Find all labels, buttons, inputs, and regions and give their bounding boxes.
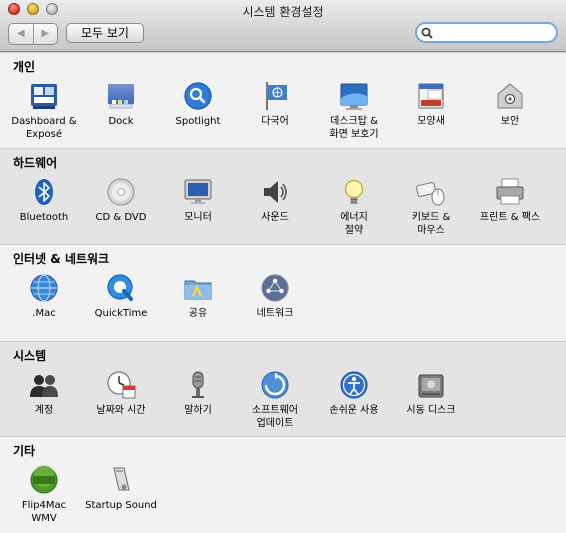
back-forward-control: ◀ ▶ (8, 23, 58, 45)
pref-pane-date-time[interactable]: 날짜와 시간 (79, 369, 163, 417)
pref-pane-label: 소프트웨어 업데이트 (252, 405, 298, 429)
section-1: 하드웨어 Bluetooth CD & DVD 모니터 사운드 에너지 절약 키보드 & 마… (0, 148, 566, 244)
dashboard-expose-icon (31, 84, 57, 109)
pref-pane-software-update[interactable]: 소프트웨어 업데이트 (233, 369, 317, 430)
pref-pane-label: Dock (108, 116, 134, 127)
pref-pane-network[interactable]: 네트워크 (233, 272, 317, 320)
pref-pane-label: 사운드 (261, 212, 289, 223)
pref-pane-desktop-screensaver[interactable]: 데스크탑 & 화면 보호기 (312, 80, 396, 141)
sound-icon (264, 181, 287, 203)
show-all-button[interactable]: 모두 보기 (66, 23, 144, 43)
pref-pane-flip4mac[interactable]: Flip4Mac WMV (2, 464, 86, 525)
pref-pane-label: 계정 (34, 405, 54, 416)
section-title: 시스템 (13, 349, 47, 363)
pref-pane-print-fax[interactable]: 프린트 & 팩스 (468, 176, 552, 224)
section-title: 하드웨어 (13, 156, 58, 170)
print-fax-icon (496, 178, 524, 205)
back-button[interactable]: ◀ (9, 24, 34, 44)
pref-pane-security[interactable]: 보안 (468, 80, 552, 128)
startup-sound-icon (113, 467, 130, 491)
forward-button[interactable]: ▶ (34, 24, 58, 44)
pref-pane-label: 프린트 & 팩스 (479, 212, 541, 223)
pref-pane-accounts[interactable]: 계정 (2, 369, 86, 417)
section-3: 시스템계정 날짜와 시간 말하기 소프트웨어 업데이트 손쉬운 사용 시동 디스크 (0, 341, 566, 436)
software-update-icon (261, 371, 289, 399)
pref-pane-quicktime[interactable]: QuickTime (79, 272, 163, 320)
international-icon (266, 82, 287, 110)
pref-pane-cd-dvd[interactable]: CD & DVD (79, 176, 163, 224)
pref-pane-mac[interactable]: .Mac (2, 272, 86, 320)
accounts-icon (30, 375, 58, 397)
pref-pane-label: Flip4Mac WMV (21, 500, 67, 524)
window-title: 시스템 환경설정 (242, 5, 324, 19)
pref-pane-appearance[interactable]: 모양새 (389, 80, 473, 128)
displays-icon (184, 179, 212, 204)
pref-pane-label: Bluetooth (19, 212, 69, 223)
search-field[interactable] (415, 22, 558, 43)
search-input[interactable] (435, 25, 550, 40)
pref-pane-dashboard-expose[interactable]: Dashboard & Exposé (2, 80, 86, 141)
pref-pane-label: 날짜와 시간 (96, 405, 146, 416)
pref-pane-label: 다국어 (261, 116, 289, 127)
pref-pane-speech[interactable]: 말하기 (156, 369, 240, 417)
cd-dvd-icon (107, 178, 135, 206)
startup-disk-icon (418, 374, 444, 398)
pref-pane-startup-disk[interactable]: 시동 디스크 (389, 369, 473, 417)
title-bar: 시스템 환경설정 ◀ ▶ 모두 보기 (0, 0, 566, 52)
section-0: 개인 Dashboard & Exposé Dock Spotlight 다국어 데스크탑… (0, 52, 566, 148)
date-time-icon (107, 371, 136, 399)
appearance-icon (418, 83, 444, 109)
pref-pane-label: Dashboard & Exposé (11, 116, 77, 140)
section-title: 인터넷 & 네트워크 (13, 252, 110, 266)
pref-pane-universal-access[interactable]: 손쉬운 사용 (312, 369, 396, 417)
pref-pane-keyboard-mouse[interactable]: 키보드 & 마우스 (389, 176, 473, 237)
mac-icon (30, 274, 58, 302)
speech-icon (192, 371, 204, 398)
pref-pane-bluetooth[interactable]: Bluetooth (2, 176, 86, 224)
universal-access-icon (340, 371, 368, 399)
network-icon (261, 274, 289, 302)
pref-pane-label: 네트워크 (256, 308, 294, 319)
flip4mac-icon (30, 465, 58, 494)
pref-pane-label: 시동 디스크 (406, 405, 456, 416)
quicktime-icon (107, 274, 133, 301)
bluetooth-icon (35, 179, 53, 205)
search-icon (421, 27, 433, 39)
pref-pane-label: 키보드 & 마우스 (411, 212, 451, 236)
pref-pane-label: 말하기 (184, 405, 212, 416)
spotlight-icon (184, 82, 212, 110)
pref-pane-international[interactable]: 다국어 (233, 80, 317, 128)
security-icon (497, 83, 523, 109)
pref-pane-label: 공유 (188, 308, 208, 319)
pref-pane-label: 에너지 절약 (340, 212, 368, 236)
dock-icon (108, 84, 134, 109)
pref-pane-sharing[interactable]: 공유 (156, 272, 240, 320)
pref-pane-energy-saver[interactable]: 에너지 절약 (312, 176, 396, 237)
keyboard-mouse-icon (416, 182, 445, 206)
pref-pane-label: Startup Sound (85, 500, 157, 511)
pref-pane-label: .Mac (32, 308, 56, 319)
energy-saver-icon (344, 179, 364, 204)
pref-pane-label: 보안 (500, 116, 520, 127)
pref-pane-label: 모양새 (417, 116, 445, 127)
pref-pane-label: Spotlight (175, 116, 221, 127)
pref-pane-label: CD & DVD (95, 212, 147, 223)
pref-pane-spotlight[interactable]: Spotlight (156, 80, 240, 128)
section-title: 기타 (13, 444, 36, 458)
preferences-window: 시스템 환경설정 ◀ ▶ 모두 보기 개인 Dashboard & Exposé D… (0, 0, 566, 533)
sharing-icon (184, 280, 212, 300)
section-2: 인터넷 & 네트워크 .Mac QuickTime 공유 네트워크 (0, 244, 566, 341)
pref-pane-startup-sound[interactable]: Startup Sound (79, 464, 163, 512)
section-title: 개인 (13, 60, 36, 74)
pref-pane-dock[interactable]: Dock (79, 80, 163, 128)
desktop-screensaver-icon (340, 83, 368, 110)
pref-pane-sound[interactable]: 사운드 (233, 176, 317, 224)
pref-pane-label: 손쉬운 사용 (329, 405, 379, 416)
pref-pane-displays[interactable]: 모니터 (156, 176, 240, 224)
pref-pane-label: QuickTime (94, 308, 148, 319)
section-4: 기타 Flip4Mac WMV Startup Sound (0, 436, 566, 533)
pref-pane-label: 데스크탑 & 화면 보호기 (329, 116, 379, 140)
pref-pane-label: 모니터 (184, 212, 212, 223)
